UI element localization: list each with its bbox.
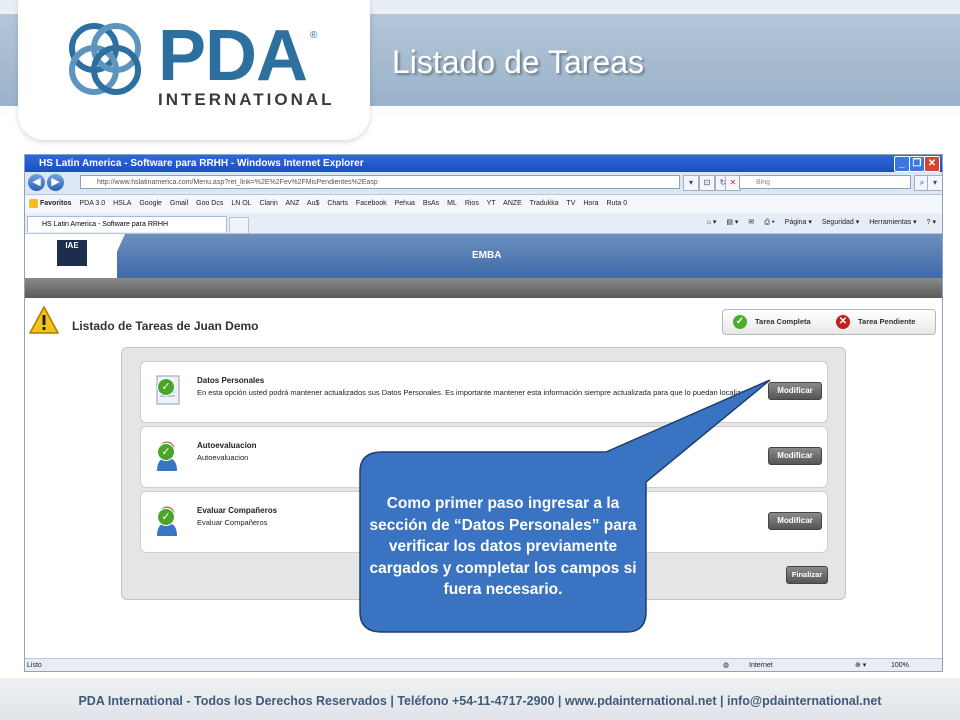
favorites-bar: Favoritos PDA 3.0 HSLA Google Gmail Goo … bbox=[25, 195, 942, 214]
security-menu[interactable]: Seguridad ▾ bbox=[822, 219, 859, 226]
logo-subtitle: INTERNATIONAL bbox=[158, 90, 335, 109]
fav-link[interactable]: Pehua bbox=[395, 200, 415, 207]
check-icon: ✓ bbox=[157, 378, 175, 396]
zoom-icon[interactable]: ⊕ ▾ bbox=[855, 659, 866, 671]
pda-logo: PDA ® INTERNATIONAL bbox=[18, 0, 370, 140]
fav-link[interactable]: Charts bbox=[327, 200, 348, 207]
globe-icon: ◍ bbox=[723, 662, 730, 669]
banner-label: EMBA bbox=[472, 250, 502, 261]
new-tab-button[interactable] bbox=[229, 217, 249, 234]
task-title: Evaluar Compañeros bbox=[197, 506, 278, 515]
fav-link[interactable]: PDA 3.0 bbox=[79, 200, 105, 207]
fav-link[interactable]: Au$ bbox=[307, 200, 319, 207]
fav-link[interactable]: Goo Dcs bbox=[196, 200, 223, 207]
modify-button[interactable]: Modificar bbox=[768, 447, 822, 465]
compat-view-icon[interactable]: ⊡ bbox=[699, 175, 715, 191]
modify-button[interactable]: Modificar bbox=[768, 382, 822, 400]
modify-button[interactable]: Modificar bbox=[768, 512, 822, 530]
fav-link[interactable]: Clarin bbox=[260, 200, 278, 207]
task-title: Datos Personales bbox=[197, 376, 265, 385]
logo-registered-mark: ® bbox=[310, 30, 318, 41]
task-row: ✓ Datos Personales En esta opción usted … bbox=[140, 361, 828, 423]
fav-link[interactable]: Tradukka bbox=[530, 200, 559, 207]
status-text: Listo bbox=[27, 662, 42, 669]
fav-link[interactable]: YT bbox=[487, 200, 496, 207]
fav-link[interactable]: ANZE bbox=[503, 200, 522, 207]
command-bar: ⌂ ▾ ▤ ▾ ✉ ⎙ ▾ Página ▾ Seguridad ▾ Herra… bbox=[699, 216, 936, 230]
slide-footer: PDA International - Todos los Derechos R… bbox=[0, 678, 960, 720]
fav-link[interactable]: LN OL bbox=[231, 200, 251, 207]
status-bar: Listo ◍ Internet ⊕ ▾ 100% bbox=[25, 658, 942, 671]
callout-text: Como primer paso ingresar a la sección d… bbox=[369, 495, 637, 599]
fav-link[interactable]: Ruta 0 bbox=[606, 200, 627, 207]
emba-banner: IAE EMBA bbox=[25, 234, 942, 278]
fav-link[interactable]: BsAs bbox=[423, 200, 439, 207]
home-icon[interactable]: ⌂ ▾ bbox=[707, 219, 717, 226]
check-icon: ✓ bbox=[157, 508, 175, 526]
cross-icon: ✕ bbox=[836, 315, 850, 329]
browser-tab[interactable]: HS Latin America - Software para RRHH bbox=[27, 216, 227, 232]
feeds-icon[interactable]: ▤ ▾ bbox=[726, 219, 738, 226]
task-title: Autoevaluacion bbox=[197, 441, 257, 450]
fav-link[interactable]: Gmail bbox=[170, 200, 188, 207]
check-icon: ✓ bbox=[733, 315, 747, 329]
warning-icon bbox=[29, 306, 59, 334]
finalize-button[interactable]: Finalizar bbox=[786, 566, 828, 584]
search-options-icon[interactable]: ▾ bbox=[927, 175, 942, 191]
fav-link[interactable]: ANZ bbox=[285, 200, 299, 207]
task-description: En esta opción usted podrá mantener actu… bbox=[197, 388, 749, 397]
fav-link[interactable]: Rios bbox=[465, 200, 479, 207]
favorites-button[interactable]: Favoritos bbox=[29, 198, 72, 208]
slide-title: Listado de Tareas bbox=[392, 44, 645, 80]
iae-logo: IAE bbox=[57, 240, 87, 266]
banner-wedge bbox=[105, 234, 125, 278]
help-icon[interactable]: ? ▾ bbox=[927, 219, 936, 226]
url-dropdown-icon[interactable]: ▾ bbox=[683, 175, 699, 191]
page-menu[interactable]: Página ▾ bbox=[785, 219, 812, 226]
minimize-button[interactable]: _ bbox=[894, 156, 910, 172]
tools-menu[interactable]: Herramientas ▾ bbox=[869, 219, 916, 226]
url-input[interactable]: http://www.hslatinamerica.com/Menu.asp?r… bbox=[80, 175, 680, 189]
security-zone: Internet bbox=[749, 662, 773, 669]
fav-link[interactable]: ML bbox=[447, 200, 457, 207]
fav-link[interactable]: Google bbox=[139, 200, 162, 207]
mail-icon[interactable]: ✉ bbox=[748, 219, 754, 226]
fav-link[interactable]: Hora bbox=[583, 200, 598, 207]
logo-wordmark: PDA bbox=[158, 16, 308, 96]
footer-text: PDA International - Todos los Derechos R… bbox=[78, 694, 882, 708]
forward-button[interactable]: ▶ bbox=[47, 174, 64, 191]
task-list-title: Listado de Tareas de Juan Demo bbox=[72, 319, 259, 333]
address-bar: ◀ ▶ http://www.hslatinamerica.com/Menu.a… bbox=[25, 172, 942, 195]
fav-link[interactable]: Facebook bbox=[356, 200, 387, 207]
window-title: HS Latin America - Software para RRHH - … bbox=[39, 158, 364, 169]
check-icon: ✓ bbox=[157, 443, 175, 461]
browser-titlebar: HS Latin America - Software para RRHH - … bbox=[25, 155, 942, 172]
tab-bar: HS Latin America - Software para RRHH ⌂ … bbox=[25, 213, 942, 234]
search-input[interactable]: Bing bbox=[739, 175, 911, 189]
logo-circles-icon bbox=[69, 23, 141, 95]
fav-link[interactable]: TV bbox=[566, 200, 575, 207]
task-description: Autoevaluacion bbox=[197, 453, 249, 462]
legend-complete-label: Tarea Completa bbox=[755, 317, 811, 326]
legend-pending-label: Tarea Pendiente bbox=[858, 317, 916, 326]
close-button[interactable]: ✕ bbox=[924, 156, 940, 172]
restore-button[interactable]: ❐ bbox=[909, 156, 925, 172]
star-icon bbox=[29, 198, 38, 208]
fav-link[interactable]: HSLA bbox=[113, 200, 131, 207]
status-legend: ✓ Tarea Completa ✕ Tarea Pendiente bbox=[722, 309, 936, 335]
zoom-level[interactable]: 100% bbox=[891, 659, 909, 671]
grey-band bbox=[25, 278, 942, 298]
back-button[interactable]: ◀ bbox=[28, 174, 45, 191]
print-icon[interactable]: ⎙ ▾ bbox=[764, 219, 775, 226]
